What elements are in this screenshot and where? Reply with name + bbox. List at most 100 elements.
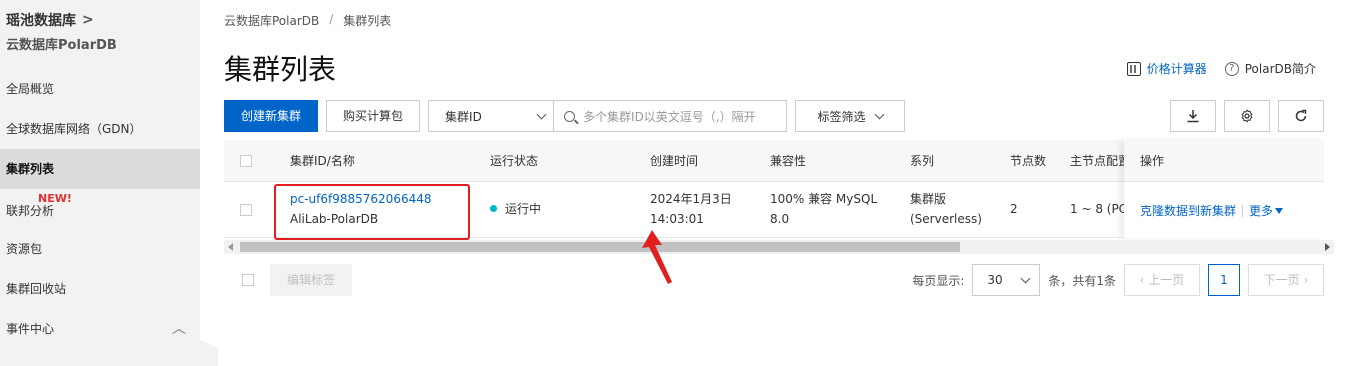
create-cluster-button[interactable]: 创建新集群 [224,100,319,132]
created-time: 14:03:01 [650,212,704,226]
node-count: 2 [1010,202,1018,216]
sidebar-item-gdn[interactable]: 全球数据库网络（GDN） [0,109,200,149]
compatibility-line2: 8.0 [770,212,790,226]
annotation-arrow-icon [642,230,672,284]
chevron-up-icon: ︿ [172,321,186,337]
sidebar-item-overview[interactable]: 全局概览 [0,69,200,109]
sidebar-item-event-center[interactable]: 事件中心 ︿ [0,309,200,349]
total-count: 条，共有1条 [1048,273,1116,288]
operations-column: 操作 克隆数据到新集群 更多 [1124,140,1324,238]
scroll-right-icon[interactable] [1325,243,1330,251]
sidebar-item-label: 全球数据库网络（GDN） [6,122,142,136]
col-header-operations: 操作 [1124,140,1324,182]
search-icon [564,110,576,122]
per-page-label: 每页显示: [912,273,965,288]
sidebar-item-cluster-list[interactable]: 集群列表 [0,149,200,189]
breadcrumb: 云数据库PolarDB / 集群列表 [224,12,391,29]
sidebar-item-label: 联邦分析 [6,204,55,218]
settings-button[interactable] [1224,100,1270,132]
chevron-down-icon [874,109,884,119]
sidebar-item-label: 资源包 [6,242,43,256]
status-text: 运行中 [505,202,542,216]
sidebar-item-resource-pack[interactable]: 资源包 [0,229,200,269]
search-placeholder: 多个集群ID以英文逗号（,）隔开 [583,109,756,124]
refresh-icon [1295,109,1307,122]
tag-filter-label: 标签筛选 [817,109,866,124]
status-dot-icon [490,205,497,212]
tool-icons [1170,100,1324,132]
breadcrumb-root[interactable]: 云数据库PolarDB [224,12,319,29]
breadcrumb-separator: / [329,12,334,26]
op-divider [1242,204,1244,217]
more-actions-link[interactable]: 更多 [1249,202,1284,219]
help-icon: ? [1224,61,1239,76]
series-line1: 集群版 [910,192,947,206]
top-links: 价格计算器 ? PolarDB简介 [1126,60,1316,77]
caret-down-icon [1275,208,1284,214]
col-header-compat: 兼容性 [770,154,807,168]
download-icon [1187,110,1199,123]
next-page-button[interactable]: 下一页 › [1248,264,1324,296]
toolbar: 创建新集群 购买计算包 集群ID 多个集群ID以英文逗号（,）隔开 标签筛选 [224,100,906,132]
sidebar-item-recycle-bin[interactable]: 集群回收站 [0,269,200,309]
scroll-left-icon[interactable] [228,243,233,251]
sidebar-item-federated-analysis[interactable]: 联邦分析 [0,191,200,231]
new-badge: NEW! [38,192,72,205]
row-checkbox[interactable] [240,204,252,216]
col-header-created: 创建时间 [650,154,699,168]
buy-compute-pack-button[interactable]: 购买计算包 [326,100,421,132]
col-header-nodes: 节点数 [1010,154,1047,168]
page-title: 集群列表 [224,53,337,86]
sidebar-subtitle: 云数据库PolarDB [6,38,117,53]
status-cell: 运行中 [490,201,541,218]
col-header-series: 系列 [910,154,935,168]
sidebar: 瑶池数据库 > 云数据库PolarDB 全局概览 全球数据库网络（GDN） 集群… [0,0,200,366]
download-button[interactable] [1170,100,1216,132]
annotation-highlight-box [274,184,470,240]
polardb-intro-label: PolarDB简介 [1244,62,1316,76]
sidebar-item-label: 全局概览 [6,82,55,96]
scrollbar-thumb[interactable] [240,242,960,252]
footer-select-all-checkbox[interactable] [242,274,254,286]
created-date: 2024年1月3日 [650,192,732,206]
refresh-button[interactable] [1278,100,1324,132]
prev-page-button[interactable]: ‹ 上一页 [1124,264,1200,296]
sidebar-title-text: 瑶池数据库 [6,13,76,29]
page-number-button[interactable]: 1 [1208,264,1240,296]
filter-type-select[interactable]: 集群ID [428,100,555,132]
tag-filter-button[interactable]: 标签筛选 [795,100,906,132]
edit-tags-button[interactable]: 编辑标签 [270,264,352,296]
horizontal-scrollbar[interactable] [224,240,1334,254]
sidebar-item-label: 集群回收站 [6,282,67,296]
polardb-intro-link[interactable]: ? PolarDB简介 [1224,60,1316,77]
chevron-right-icon: > [82,12,94,28]
chevron-down-icon [536,109,547,119]
prev-icon: ‹ [1139,273,1149,287]
filter-type-value: 集群ID [445,109,482,124]
gear-icon [1241,109,1253,123]
per-page-value: 30 [987,273,1003,287]
per-page-select[interactable]: 30 [972,264,1041,296]
pagination: 每页显示: 30 条，共有1条 ‹ 上一页 1 下一页 › [912,264,1324,296]
main-content: 云数据库PolarDB / 集群列表 集群列表 价格计算器 ? PolarDB简… [218,0,1350,366]
clone-cluster-link[interactable]: 克隆数据到新集群 [1140,202,1236,219]
compatibility-line1: 100% 兼容 MySQL [770,192,878,206]
breadcrumb-current: 集群列表 [343,14,392,28]
col-header-cluster: 集群ID/名称 [290,154,355,168]
select-all-checkbox[interactable] [240,155,252,167]
series-line2: (Serverless) [910,212,982,226]
next-label: 下一页 [1263,273,1300,287]
col-header-status: 运行状态 [490,154,539,168]
chevron-down-icon [1020,273,1031,283]
price-calculator-link[interactable]: 价格计算器 [1126,60,1207,77]
col-header-primary-config: 主节点配置 [1070,154,1131,168]
search-input[interactable]: 多个集群ID以英文逗号（,）隔开 [553,100,788,132]
prev-label: 上一页 [1148,273,1185,287]
price-calculator-label: 价格计算器 [1146,62,1207,76]
row-operations: 克隆数据到新集群 更多 [1140,202,1284,219]
more-actions-label: 更多 [1249,204,1274,218]
sidebar-collapse-handle[interactable] [200,340,218,366]
sidebar-item-label: 事件中心 [6,322,55,336]
calculator-icon [1126,61,1141,76]
sidebar-title[interactable]: 瑶池数据库 > [6,10,94,30]
